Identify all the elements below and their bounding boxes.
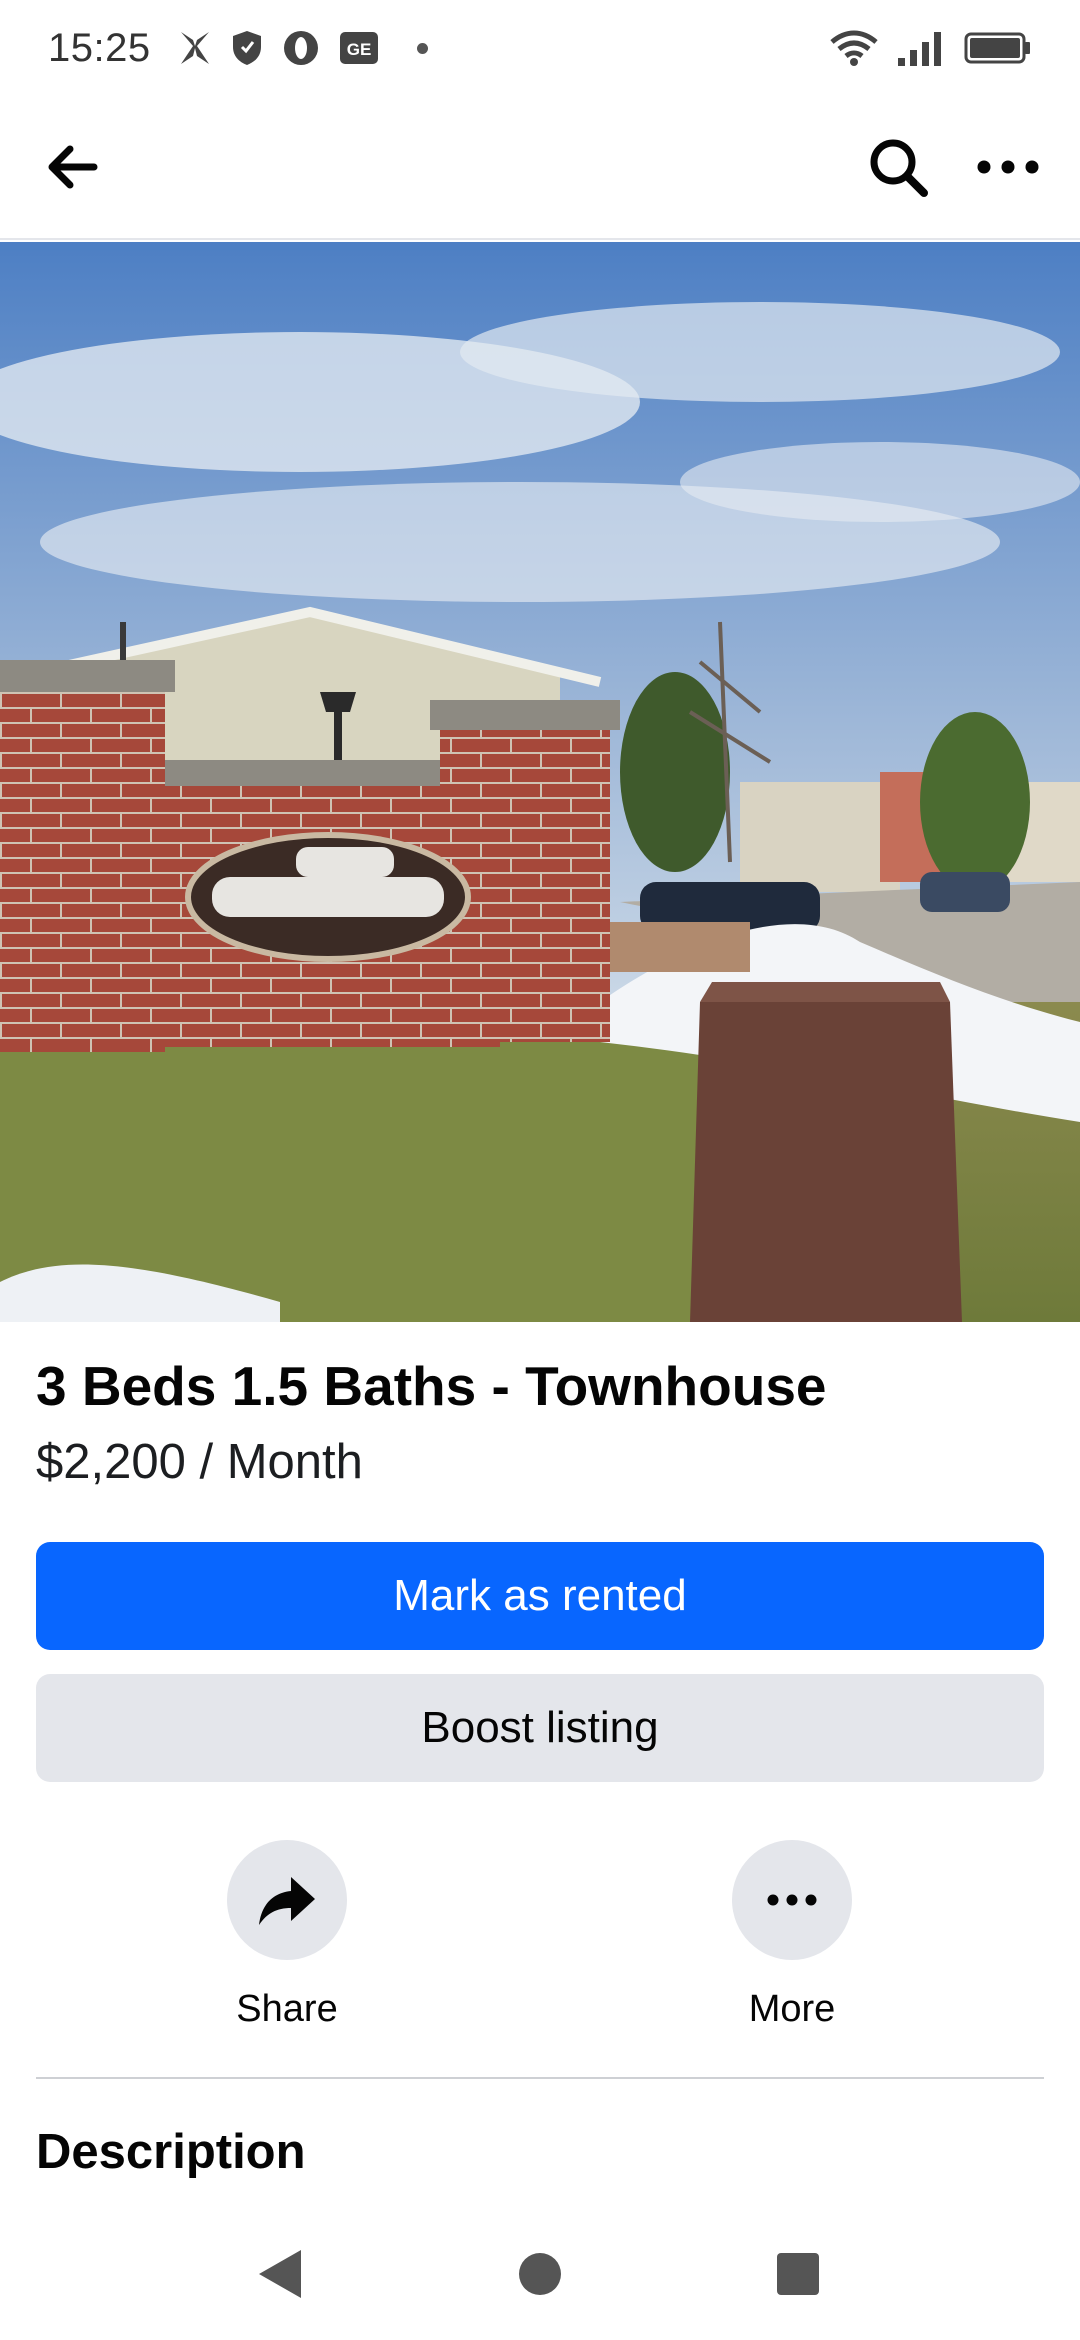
share-button[interactable] bbox=[227, 1840, 347, 1960]
butterfly-icon bbox=[180, 32, 209, 64]
ge-icon: GE bbox=[339, 32, 378, 64]
back-button[interactable] bbox=[36, 131, 108, 203]
search-button[interactable] bbox=[862, 131, 934, 203]
divider bbox=[36, 2077, 1044, 2079]
status-bar: 15:25 GE bbox=[0, 0, 1080, 96]
boost-listing-button[interactable]: Boost listing bbox=[36, 1674, 1044, 1782]
nav-recents-button[interactable] bbox=[768, 2244, 828, 2304]
status-notification-icons: GE bbox=[177, 28, 428, 68]
nav-back-button[interactable] bbox=[250, 2244, 310, 2304]
listing-title: 3 Beds 1.5 Baths - Townhouse bbox=[36, 1355, 827, 1417]
more-action[interactable]: More bbox=[672, 1840, 912, 2031]
signal-icon bbox=[898, 32, 941, 66]
more-horizontal-icon bbox=[767, 1894, 817, 1906]
more-label: More bbox=[748, 1988, 836, 2030]
search-icon bbox=[870, 139, 928, 197]
listing-price: $2,200 / Month bbox=[36, 1435, 363, 1489]
share-action[interactable]: Share bbox=[167, 1840, 407, 2031]
wifi-icon bbox=[830, 30, 878, 66]
description-heading: Description bbox=[36, 2125, 306, 2179]
listing-photo-illustration bbox=[0, 242, 1080, 1322]
system-nav-bar bbox=[0, 2200, 1080, 2340]
more-horizontal-icon bbox=[977, 160, 1039, 174]
shield-icon bbox=[232, 31, 261, 65]
circle-home-icon bbox=[519, 2253, 561, 2295]
nav-home-button[interactable] bbox=[510, 2244, 570, 2304]
share-label: Share bbox=[236, 1988, 338, 2030]
mark-as-rented-button[interactable]: Mark as rented bbox=[36, 1542, 1044, 1650]
opera-icon bbox=[283, 31, 318, 65]
more-button[interactable] bbox=[732, 1840, 852, 1960]
top-app-bar bbox=[0, 96, 1080, 240]
square-recents-icon bbox=[777, 2253, 819, 2295]
svg-text:GE: GE bbox=[346, 40, 371, 59]
share-icon bbox=[259, 1877, 315, 1925]
arrow-left-icon bbox=[48, 145, 98, 189]
status-time: 15:25 bbox=[48, 25, 151, 70]
battery-icon bbox=[964, 32, 1030, 64]
listing-photo[interactable] bbox=[0, 242, 1080, 1322]
triangle-back-icon bbox=[259, 2250, 301, 2298]
status-dot bbox=[416, 42, 428, 54]
status-system-icons bbox=[828, 28, 1032, 68]
more-options-button[interactable] bbox=[972, 131, 1044, 203]
